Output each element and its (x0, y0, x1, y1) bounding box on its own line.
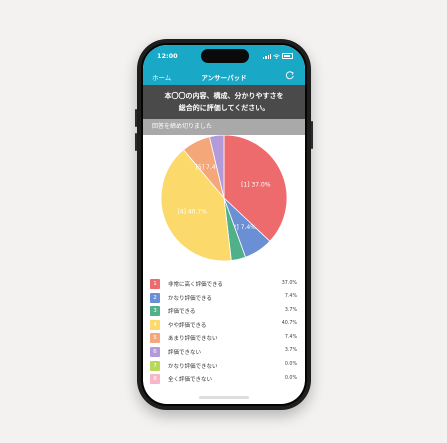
legend-label: 全く評価できない (168, 377, 213, 384)
legend-percentage: 0.0% (284, 375, 297, 381)
legend-label: あまり評価できない (168, 336, 218, 343)
phone-frame: 12:00 ホーム アンサーパッド 本〇〇の内容、構成、分かりやすさを 総合的に… (135, 39, 313, 410)
question-text: 本〇〇の内容、構成、分かりやすさを 総合的に評価してください。 (143, 85, 305, 119)
legend-row: 3 評価できる 3.7% (149, 304, 301, 318)
signal-icon (263, 53, 271, 59)
home-indicator[interactable] (199, 396, 249, 399)
nav-bar: ホーム アンサーパッド (143, 67, 305, 85)
legend-swatch: 8 (150, 374, 160, 385)
legend-swatch: 1 (150, 279, 160, 289)
volume-button (135, 133, 137, 151)
closed-notice: 回答を締め切りました (143, 119, 305, 135)
status-bar: 12:00 (143, 45, 305, 67)
pie-slice-label: [4] 40.7% (177, 209, 207, 216)
legend-row: 8 全く評価できない 0.0% (149, 372, 301, 386)
legend-row: 1 非常に高く評価できる 37.0% (149, 277, 301, 291)
phone-bezel: 12:00 ホーム アンサーパッド 本〇〇の内容、構成、分かりやすさを 総合的に… (141, 43, 307, 406)
legend-row: 4 やや評価できる 40.7% (149, 318, 301, 332)
dynamic-island (201, 49, 249, 63)
pie-slice-label: [1] 37.0% (241, 181, 271, 188)
wifi-icon (273, 53, 280, 59)
legend-swatch: 5 (150, 333, 160, 344)
phone-screen: 12:00 ホーム アンサーパッド 本〇〇の内容、構成、分かりやすさを 総合的に… (143, 45, 305, 404)
legend-row: 7 かなり評価できない 0.0% (149, 359, 301, 373)
legend-label: やや評価できる (168, 322, 207, 329)
power-button (311, 121, 313, 149)
legend-swatch: 7 (150, 360, 160, 371)
nav-title: アンサーパッド (201, 74, 247, 82)
legend-label: 非常に高く評価できる (168, 282, 223, 288)
legend-swatch: 3 (150, 306, 160, 317)
legend-row: 5 あまり評価できない 7.4% (149, 331, 301, 345)
legend: 1 非常に高く評価できる 37.0% 2 かなり評価できる 7.4% 3 評価できる 3.7% 4… (149, 277, 301, 386)
legend-swatch: 4 (150, 319, 160, 330)
refresh-icon[interactable] (285, 70, 295, 80)
legend-percentage: 3.7% (284, 348, 297, 354)
pie-chart: [1] 37.0%[2] 7.4%[4] 40.7%[5] 7.4% (160, 135, 288, 262)
legend-swatch: 2 (150, 292, 160, 303)
legend-percentage: 3.7% (284, 307, 297, 313)
volume-button (135, 109, 137, 127)
status-icons (263, 53, 293, 59)
legend-label: 評価できない (168, 349, 202, 356)
legend-percentage: 7.4% (284, 294, 297, 300)
legend-label: かなり評価できない (168, 363, 218, 370)
status-time: 12:00 (157, 52, 178, 60)
battery-icon (282, 53, 293, 59)
legend-percentage: 40.7% (281, 321, 297, 327)
question-line: 本〇〇の内容、構成、分かりやすさを (164, 92, 284, 100)
legend-label: 評価できる (168, 309, 196, 316)
legend-row: 6 評価できない 3.7% (149, 345, 301, 359)
legend-percentage: 7.4% (284, 334, 297, 340)
legend-row: 2 かなり評価できる 7.4% (149, 291, 301, 305)
legend-percentage: 37.0% (281, 280, 297, 286)
legend-label: かなり評価できる (168, 295, 212, 302)
legend-percentage: 0.0% (284, 362, 297, 368)
legend-swatch: 6 (150, 346, 160, 357)
question-line: 総合的に評価してください。 (178, 104, 270, 112)
